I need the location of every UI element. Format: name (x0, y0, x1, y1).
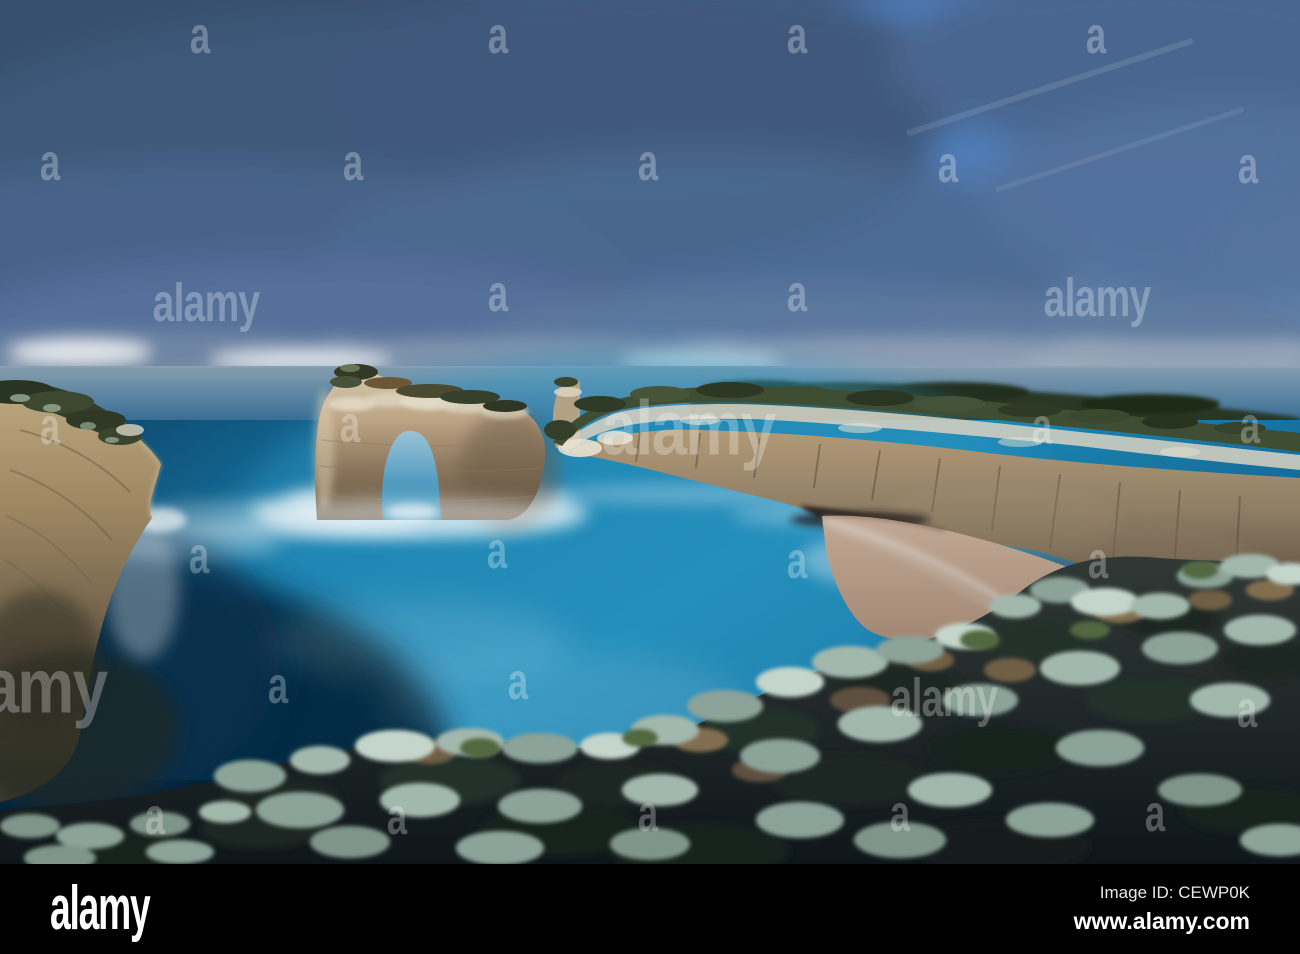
alamy-preview-page: aaaaaaaaaaaalamyalamyaaalamyaaaaaaalamya… (0, 0, 1300, 954)
alamy-footer-bar: alamy Image ID: CEWP0K www.alamy.com (0, 864, 1300, 954)
photo-area: aaaaaaaaaaaalamyalamyaaalamyaaaaaaalamya… (0, 0, 1300, 864)
alamy-logo: alamy (50, 874, 151, 943)
sky (0, 0, 1300, 410)
footer-info: Image ID: CEWP0K www.alamy.com (1074, 883, 1250, 935)
landscape-photo (0, 0, 1300, 864)
image-id-text: Image ID: CEWP0K (1099, 883, 1250, 902)
website-text: www.alamy.com (1073, 908, 1250, 934)
